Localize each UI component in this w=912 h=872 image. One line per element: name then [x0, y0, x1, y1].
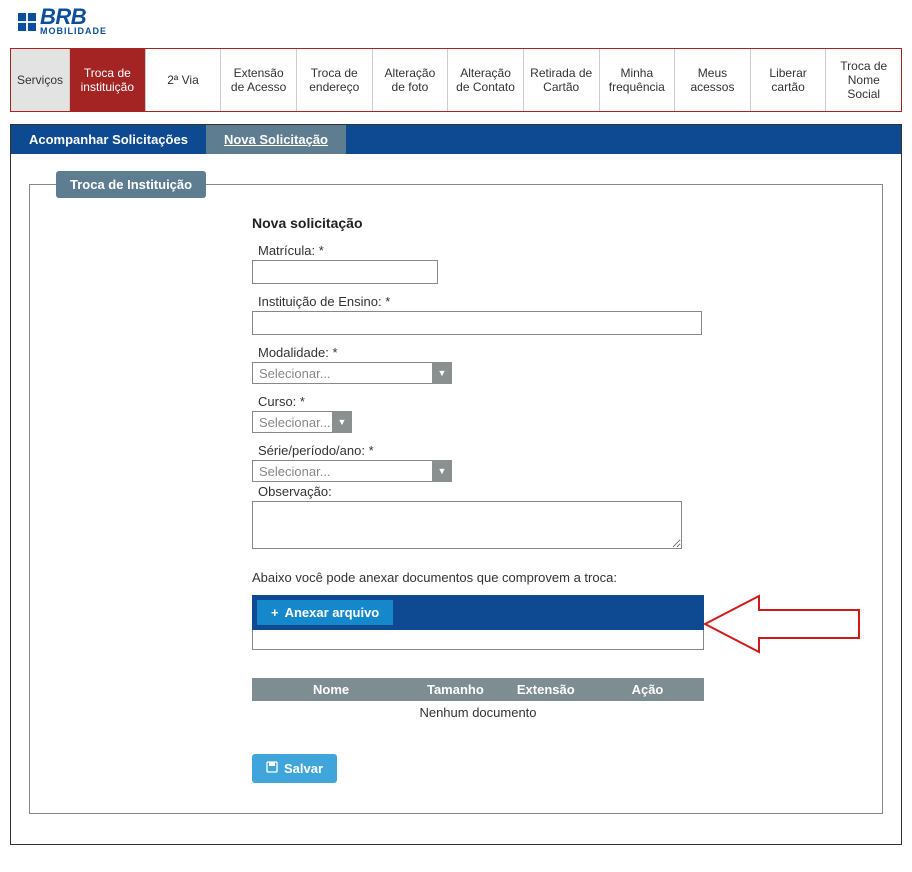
- save-icon: [266, 761, 278, 776]
- serie-label: Série/período/ano:: [258, 443, 704, 458]
- observacao-label: Observação:: [258, 484, 704, 499]
- matricula-input[interactable]: [252, 260, 438, 284]
- form-title: Nova solicitação: [252, 215, 704, 231]
- tab-acompanhar[interactable]: Acompanhar Solicitações: [11, 125, 206, 154]
- nav-segunda-via[interactable]: 2ª Via: [146, 49, 222, 111]
- salvar-label: Salvar: [284, 761, 323, 776]
- nav-alteracao-contato[interactable]: Alteração de Contato: [448, 49, 524, 111]
- empty-msg: Nenhum documento: [252, 701, 704, 724]
- nav-minha-frequencia[interactable]: Minha frequência: [600, 49, 676, 111]
- chevron-down-icon: ▼: [432, 362, 452, 384]
- nav-alteracao-foto[interactable]: Alteração de foto: [373, 49, 449, 111]
- table-row-empty: Nenhum documento: [252, 701, 704, 724]
- modalidade-select[interactable]: Selecionar... ▼: [252, 362, 704, 384]
- nav-troca-nome-social[interactable]: Troca de Nome Social: [826, 49, 901, 111]
- attach-drop-area[interactable]: [252, 630, 704, 650]
- brand-logo: BRB MOBILIDADE: [18, 8, 912, 36]
- anexar-arquivo-button[interactable]: + Anexar arquivo: [257, 600, 393, 625]
- attach-caption: Abaixo você pode anexar documentos que c…: [252, 570, 704, 585]
- nav-troca-instituicao[interactable]: Troca de instituição: [70, 49, 146, 111]
- nav-meus-acessos[interactable]: Meus acessos: [675, 49, 751, 111]
- nav-servicos[interactable]: Serviços: [11, 49, 70, 111]
- brand-subtitle: MOBILIDADE: [40, 26, 107, 36]
- nav-retirada-cartao[interactable]: Retirada de Cartão: [524, 49, 600, 111]
- plus-icon: +: [271, 605, 279, 620]
- instituicao-label: Instituição de Ensino:: [258, 294, 704, 309]
- chevron-down-icon: ▼: [432, 460, 452, 482]
- nav-troca-endereco[interactable]: Troca de endereço: [297, 49, 373, 111]
- curso-select[interactable]: Selecionar... ▼: [252, 411, 704, 433]
- brand-icon: [18, 13, 36, 31]
- modalidade-select-value: Selecionar...: [252, 362, 432, 384]
- fieldset-legend: Troca de Instituição: [56, 171, 206, 198]
- nav-extensao-acesso[interactable]: Extensão de Acesso: [221, 49, 297, 111]
- col-extensao: Extensão: [501, 678, 591, 701]
- main-panel: Acompanhar Solicitações Nova Solicitação…: [10, 124, 902, 845]
- salvar-button[interactable]: Salvar: [252, 754, 337, 783]
- col-tamanho: Tamanho: [410, 678, 500, 701]
- observacao-textarea[interactable]: [252, 501, 682, 549]
- attach-bar: + Anexar arquivo: [252, 595, 704, 630]
- chevron-down-icon: ▼: [332, 411, 352, 433]
- brand-name: BRB: [40, 8, 107, 26]
- panel-content: Troca de Instituição Nova solicitação Ma…: [11, 154, 901, 844]
- curso-label: Curso:: [258, 394, 704, 409]
- col-acao: Ação: [591, 678, 704, 701]
- curso-select-value: Selecionar...: [252, 411, 332, 433]
- instituicao-input[interactable]: [252, 311, 702, 335]
- main-nav: Serviços Troca de instituição 2ª Via Ext…: [10, 48, 902, 112]
- serie-select[interactable]: Selecionar... ▼: [252, 460, 704, 482]
- tab-nova-solicitacao[interactable]: Nova Solicitação: [206, 125, 346, 154]
- modalidade-label: Modalidade:: [258, 345, 704, 360]
- serie-select-value: Selecionar...: [252, 460, 432, 482]
- anexar-arquivo-label: Anexar arquivo: [285, 605, 380, 620]
- tab-bar: Acompanhar Solicitações Nova Solicitação: [11, 125, 901, 154]
- col-nome: Nome: [252, 678, 410, 701]
- fieldset-troca: Troca de Instituição Nova solicitação Ma…: [29, 184, 883, 814]
- matricula-label: Matrícula:: [258, 243, 704, 258]
- nav-liberar-cartao[interactable]: Liberar cartão: [751, 49, 827, 111]
- documents-table: Nome Tamanho Extensão Ação Nenhum docume…: [252, 678, 704, 724]
